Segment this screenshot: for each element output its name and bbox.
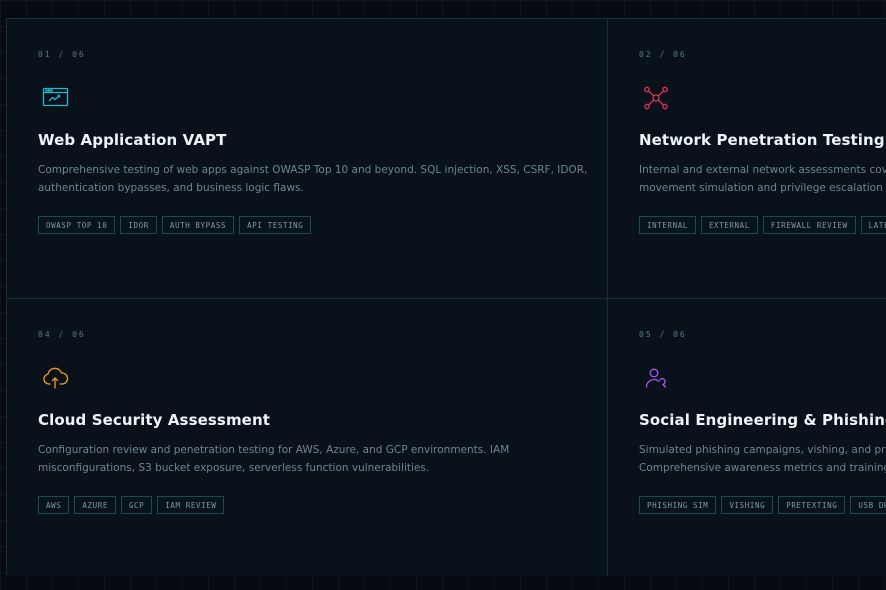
card-index: 04 / 06 (38, 330, 86, 339)
card-index: 01 / 06 (38, 50, 86, 59)
services-grid: 01 / 06 Web Application VAPT Comprehensi… (6, 18, 886, 576)
tag-pretexting: PRETEXTING (778, 496, 846, 514)
tag-azure: AZURE (74, 496, 116, 514)
tag-usb-drop: USB DROP (850, 496, 886, 514)
description-line: Comprehensive testing of web apps agains… (38, 164, 588, 176)
description-line: Configuration review and penetration tes… (38, 444, 510, 456)
description-line: misconfigurations, S3 bucket exposure, s… (38, 462, 430, 474)
card-title: Social Engineering & Phishing (639, 411, 886, 429)
card-index: 02 / 06 (639, 50, 687, 59)
service-card-cloud[interactable]: 04 / 06 Cloud Security Assessment Config… (7, 298, 607, 576)
tag-phishing-sim: PHISHING SIM (639, 496, 717, 514)
service-card-web-app[interactable]: 01 / 06 Web Application VAPT Comprehensi… (7, 19, 607, 298)
tag-owasp-top-10: OWASP TOP 10 (38, 216, 116, 234)
tag-auth-bypass: AUTH BYPASS (161, 216, 235, 234)
service-card-social-engineering[interactable]: 05 / 06 Social Engineering & Phishing Si… (607, 298, 886, 576)
card-index: 05 / 06 (639, 330, 687, 339)
browser-chart-icon (42, 86, 70, 112)
service-card-network[interactable]: 02 / 06 Network Penetration Testing Inte… (607, 19, 886, 298)
tag-list: AWS AZURE GCP IAM REVIEW (38, 496, 225, 514)
tag-lateral: LATERAL (860, 216, 886, 234)
description-line: Comprehensive awareness metrics and trai… (639, 462, 886, 474)
card-title: Cloud Security Assessment (38, 411, 270, 429)
tag-list: OWASP TOP 10 IDOR AUTH BYPASS API TESTIN… (38, 216, 312, 234)
tag-firewall-review: FIREWALL REVIEW (762, 216, 856, 234)
tag-gcp: GCP (120, 496, 153, 514)
card-title: Web Application VAPT (38, 131, 227, 149)
tag-api-testing: API TESTING (239, 216, 312, 234)
card-description: Simulated phishing campaigns, vishing, a… (639, 441, 886, 477)
description-line: Simulated phishing campaigns, vishing, a… (639, 444, 886, 456)
user-phish-icon (643, 366, 671, 392)
tag-iam-review: IAM REVIEW (157, 496, 225, 514)
description-line: authentication bypasses, and business lo… (38, 182, 304, 194)
cloud-upload-icon (42, 366, 70, 392)
description-line: Internal and external network assessment… (639, 164, 886, 176)
tag-list: PHISHING SIM VISHING PRETEXTING USB DROP (639, 496, 886, 514)
tag-vishing: VISHING (721, 496, 774, 514)
network-nodes-icon (643, 86, 671, 112)
card-description: Internal and external network assessment… (639, 161, 886, 197)
card-title: Network Penetration Testing (639, 131, 885, 149)
card-description: Configuration review and penetration tes… (38, 441, 578, 477)
tag-external: EXTERNAL (700, 216, 758, 234)
description-line: movement simulation and privilege escala… (639, 182, 886, 194)
tag-aws: AWS (38, 496, 70, 514)
tag-idor: IDOR (120, 216, 157, 234)
tag-internal: INTERNAL (639, 216, 696, 234)
card-description: Comprehensive testing of web apps agains… (38, 161, 588, 197)
tag-list: INTERNAL EXTERNAL FIREWALL REVIEW LATERA… (639, 216, 886, 234)
